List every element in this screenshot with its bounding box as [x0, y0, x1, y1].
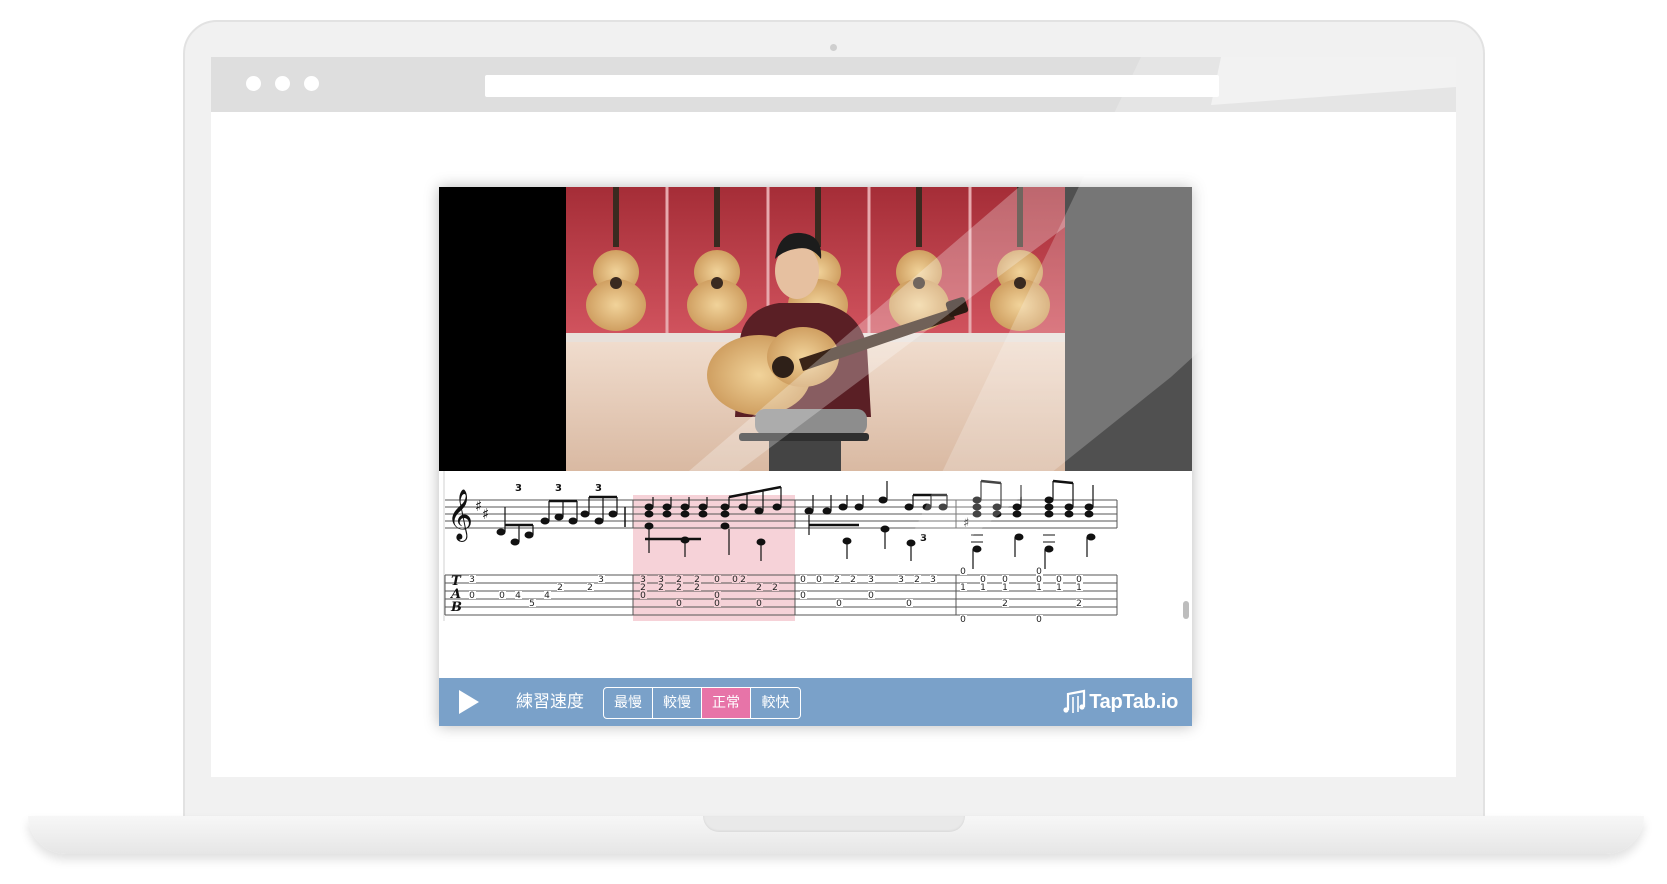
tab-number: 0: [756, 599, 762, 609]
measure-4-notes: ♯: [963, 479, 1096, 569]
speed-slowest-button[interactable]: 最慢: [604, 688, 653, 718]
tab-number: 0: [714, 599, 720, 609]
tab-number: 0: [960, 567, 966, 577]
tab-number: 2: [850, 575, 856, 585]
score-scrollbar[interactable]: [1183, 601, 1189, 619]
tab-number: 2: [587, 583, 593, 593]
triplet-mark: 3: [515, 483, 522, 494]
tab-number: 2: [557, 583, 563, 593]
svg-text:♯: ♯: [963, 516, 969, 531]
treble-clef: 𝄞: [447, 489, 473, 542]
tab-number: 0: [676, 599, 682, 609]
browser-toolbar: [211, 57, 1456, 112]
tab-number: 3: [598, 575, 604, 585]
tab-number: 1: [980, 583, 986, 593]
tab-score[interactable]: 𝄞 ♯ ♯ 3 3 3 3 ♯ T A B 3 3 0 0 4 4 5 2 2 …: [439, 471, 1192, 678]
tab-number: 3: [898, 575, 904, 585]
triplet-mark: 3: [595, 483, 602, 494]
key-signature-sharp: ♯: [482, 505, 489, 523]
tab-number: 1: [1056, 583, 1062, 593]
tab-number: 1: [1076, 583, 1082, 593]
taptab-logo[interactable]: TapTab.io: [1063, 688, 1178, 716]
practice-speed-label: 練習速度: [516, 692, 584, 712]
tab-number: 0: [868, 591, 874, 601]
tab-number: 0: [906, 599, 912, 609]
window-dot-minimize[interactable]: [275, 76, 290, 91]
music-note-icon: [1063, 689, 1086, 713]
tab-number: 0: [1036, 615, 1042, 625]
speed-faster-button[interactable]: 較快: [751, 688, 800, 718]
tab-number: 3: [868, 575, 874, 585]
triplet-mark: 3: [555, 483, 562, 494]
tab-number: 0: [836, 599, 842, 609]
triplet-mark: 3: [920, 533, 927, 544]
tab-number: 4: [544, 591, 550, 601]
tab-number: 2: [772, 583, 778, 593]
tab-number: 4: [515, 591, 521, 601]
tab-number: 0: [1036, 567, 1042, 577]
play-button[interactable]: [455, 689, 485, 715]
tab-number: 0: [714, 575, 720, 585]
tab-number: 0: [960, 615, 966, 625]
tab-number: 2: [834, 575, 840, 585]
guitar-video[interactable]: [439, 187, 1192, 471]
brand-name: TapTab.io: [1089, 690, 1178, 713]
window-dot-close[interactable]: [246, 76, 261, 91]
tab-number: 2: [756, 583, 762, 593]
tab-number: 2: [1076, 599, 1082, 609]
tab-number: 0: [732, 575, 738, 585]
tab-number: 0: [640, 591, 646, 601]
tab-number: 0: [800, 575, 806, 585]
speed-selector: 最慢 較慢 正常 較快: [603, 687, 801, 719]
tab-clef-b: B: [450, 600, 462, 615]
tab-number: 5: [529, 599, 535, 609]
tab-number: 2: [740, 575, 746, 585]
tab-number: 0: [816, 575, 822, 585]
tab-number: 3: [469, 575, 475, 585]
play-icon: [459, 690, 479, 714]
address-bar[interactable]: [485, 75, 1219, 97]
tab-player: 𝄞 ♯ ♯ 3 3 3 3 ♯ T A B 3 3 0 0 4 4 5 2 2 …: [439, 187, 1192, 726]
tab-number: 2: [694, 583, 700, 593]
laptop-camera: [830, 44, 837, 51]
video-frame: [439, 187, 1192, 471]
tab-number: 2: [914, 575, 920, 585]
speed-normal-button[interactable]: 正常: [702, 688, 751, 718]
tab-number: 1: [1036, 583, 1042, 593]
tab-number: 2: [676, 583, 682, 593]
window-dot-maximize[interactable]: [304, 76, 319, 91]
tab-number: 0: [469, 591, 475, 601]
laptop-notch: [703, 816, 965, 832]
player-controls: 練習速度 最慢 較慢 正常 較快 TapTab.io: [439, 678, 1192, 726]
tab-number: 1: [1002, 583, 1008, 593]
notation-svg: 𝄞 ♯ ♯ 3 3 3 3 ♯ T A B 3 30 0 4 452 23 3 …: [443, 471, 1118, 625]
tab-number: 2: [658, 583, 664, 593]
speed-slower-button[interactable]: 較慢: [653, 688, 702, 718]
tab-number: 3: [930, 575, 936, 585]
tab-number: 0: [499, 591, 505, 601]
tab-number: 2: [1002, 599, 1008, 609]
tab-number: 1: [960, 583, 966, 593]
tab-number: 0: [800, 591, 806, 601]
